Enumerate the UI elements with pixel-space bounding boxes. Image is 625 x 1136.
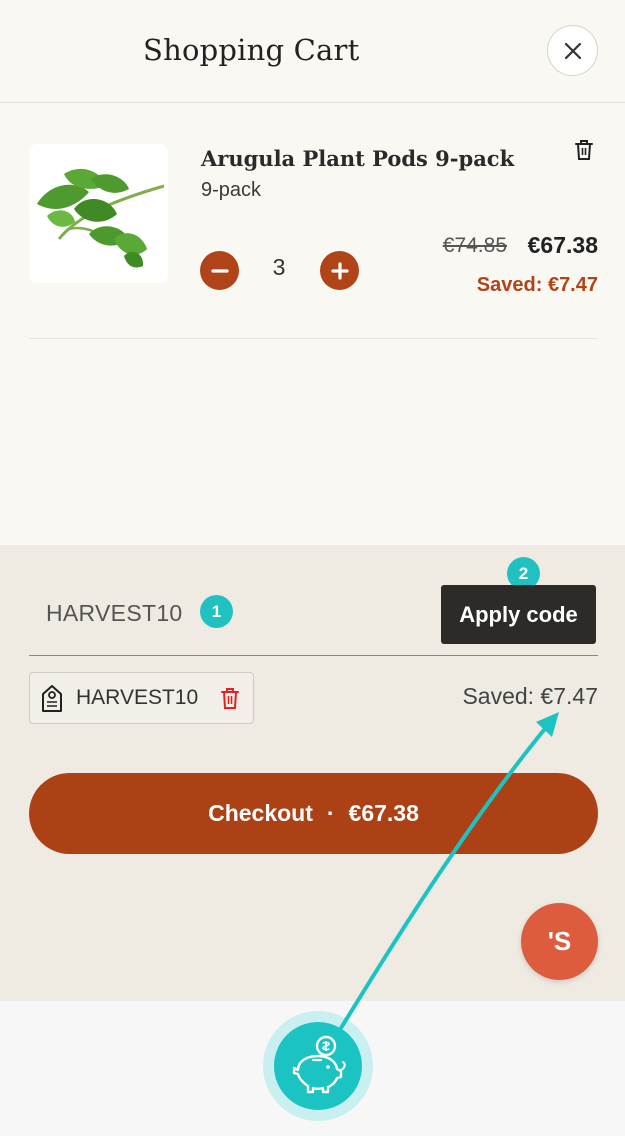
minus-icon [210, 268, 229, 273]
arugula-image [37, 168, 165, 268]
product-name[interactable]: Arugula Plant Pods 9-pack [201, 146, 514, 171]
item-savings: Saved: €7.47 [476, 274, 598, 296]
apply-code-button[interactable]: Apply code [441, 585, 596, 644]
tag-icon [42, 685, 62, 712]
checkout-button[interactable]: Checkout · €67.38 [29, 773, 598, 854]
original-price: €74.85 [442, 234, 507, 257]
close-button[interactable] [547, 25, 598, 76]
product-variant: 9-pack [201, 179, 262, 201]
current-price: €67.38 [527, 232, 598, 258]
page-title: Shopping Cart [143, 33, 360, 67]
chat-icon: 'S [547, 926, 572, 956]
applied-code-label: HARVEST10 [76, 686, 199, 709]
cart-header: Shopping Cart [0, 0, 625, 103]
quantity-value: 3 [272, 254, 286, 280]
piggy-bank-icon [292, 1035, 346, 1094]
chat-button[interactable]: 'S [521, 903, 598, 980]
cart-item: Arugula Plant Pods 9-pack 9-pack 3 €74.8… [29, 140, 598, 339]
remove-code-trash-icon[interactable] [220, 687, 240, 710]
total-savings: Saved: €7.47 [462, 683, 598, 709]
close-icon [564, 42, 581, 59]
applied-discount-chip: HARVEST10 [29, 672, 254, 724]
discount-code-input[interactable]: HARVEST10 [46, 600, 183, 627]
plus-icon [330, 261, 349, 280]
input-underline [29, 655, 598, 656]
checkout-separator: · [326, 800, 335, 826]
checkout-label: Checkout [208, 800, 313, 826]
decrease-quantity-button[interactable] [200, 251, 239, 290]
checkout-total: €67.38 [348, 800, 419, 826]
trash-icon[interactable] [573, 138, 595, 162]
savings-badge [274, 1022, 362, 1110]
annotation-step-1: 1 [200, 595, 233, 628]
increase-quantity-button[interactable] [320, 251, 359, 290]
product-image[interactable] [29, 144, 168, 283]
